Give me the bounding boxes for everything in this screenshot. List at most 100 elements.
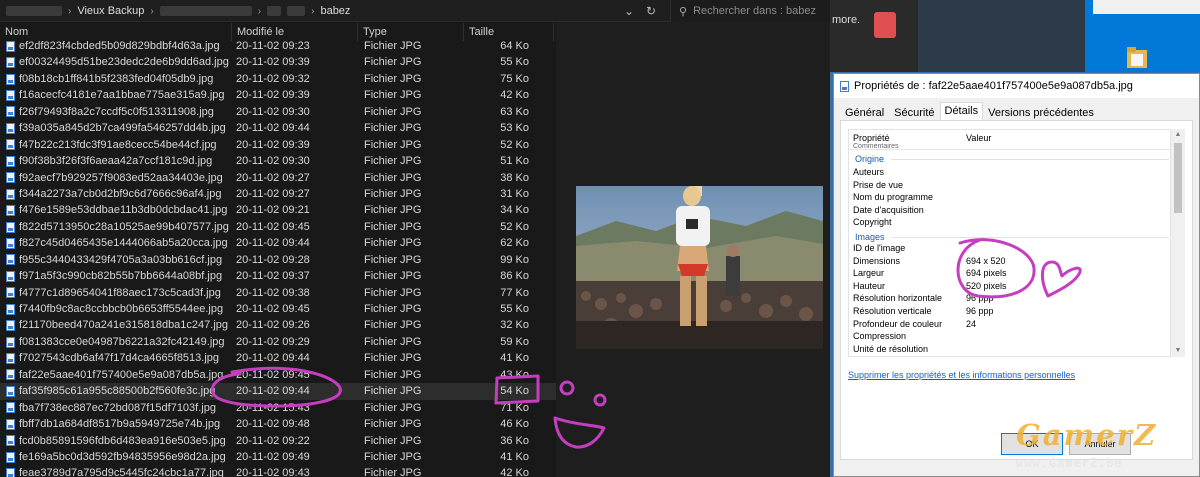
search-input[interactable]: ⚲ Rechercher dans : babez xyxy=(670,0,830,22)
file-type: Fichier JPG xyxy=(364,171,422,184)
tab-details[interactable]: Détails xyxy=(939,102,984,121)
file-row[interactable]: ef2df823f4cbded5b09d829bdbf4d63a.jpg 20-1… xyxy=(0,38,556,54)
property-label: Unité de résolution xyxy=(853,343,929,354)
watermark-url: www.GamerZ.be xyxy=(1016,456,1123,470)
file-type: Fichier JPG xyxy=(364,253,422,266)
scroll-up-icon[interactable]: ▲ xyxy=(1173,130,1183,140)
jpg-file-icon xyxy=(6,172,15,184)
file-date: 20-11-02 09:28 xyxy=(236,253,310,266)
file-type: Fichier JPG xyxy=(364,204,422,217)
file-name: f92aecf7b929257f9083ed52aa34403e.jpg xyxy=(19,171,223,184)
file-size: 43 Ko xyxy=(500,368,529,381)
file-size: 41 Ko xyxy=(500,450,529,463)
file-row[interactable]: f47b22c213fdc3f91ae8cecc54be44cf.jpg 20-1… xyxy=(0,137,556,153)
file-row[interactable]: fbff7db1a684df8517b9a5949725e74b.jpg 20-1… xyxy=(0,416,556,432)
scroll-down-icon[interactable]: ▼ xyxy=(1173,346,1183,356)
file-row[interactable]: f21170beed470a241e315818dba1c247.jpg 20-1… xyxy=(0,317,556,333)
group-divider xyxy=(891,159,1169,160)
file-name: f47b22c213fdc3f91ae8cecc54be44cf.jpg xyxy=(19,138,217,151)
jpg-file-icon xyxy=(6,221,15,233)
folder-icon[interactable] xyxy=(1126,45,1148,69)
file-name-cell: f16acecfc4181e7aa1bbae775ae315a9.jpg xyxy=(6,87,232,103)
file-row[interactable]: faf22e5aae401f757400e5e9a087db5a.jpg 20-1… xyxy=(0,367,556,383)
file-type: Fichier JPG xyxy=(364,352,422,365)
file-size: 77 Ko xyxy=(500,286,529,299)
tab-general[interactable]: Général xyxy=(840,104,889,121)
file-name: fe169a5bc0d3d592fb94835956e98d2a.jpg xyxy=(19,450,226,463)
tab-securite[interactable]: Sécurité xyxy=(889,104,939,121)
file-date: 20-11-02 09:38 xyxy=(236,286,310,299)
file-name: f4777c1d89654041f88aec173c5cad3f.jpg xyxy=(19,286,221,299)
file-name-cell: f476e1589e53ddbae11b3db0dcbdac41.jpg xyxy=(6,202,232,218)
property-label: ID de l'image xyxy=(853,243,906,253)
file-row[interactable]: fe169a5bc0d3d592fb94835956e98d2a.jpg 20-1… xyxy=(0,449,556,465)
file-date: 20-11-02 09:30 xyxy=(236,155,310,168)
file-row[interactable]: f822d5713950c28a10525ae99b407577.jpg 20-1… xyxy=(0,219,556,235)
file-size: 42 Ko xyxy=(500,89,529,102)
file-row[interactable]: f39a035a845d2b7ca499fa546257dd4b.jpg 20-1… xyxy=(0,120,556,136)
chevron-down-icon[interactable]: ⌄ xyxy=(620,2,638,20)
dialog-titlebar[interactable]: Propriétés de : faf22e5aae401f757400e5e9… xyxy=(834,74,1199,98)
jpg-file-icon xyxy=(840,80,849,92)
file-row[interactable]: f26f79493f8a2c7ccdf5c0f513311908.jpg 20-1… xyxy=(0,104,556,120)
property-label: Profondeur de couleur xyxy=(853,318,943,329)
file-name-cell: feae3789d7a795d9c5445fc24cbc1a77.jpg xyxy=(6,465,232,477)
jpg-file-icon xyxy=(6,139,15,151)
file-row[interactable]: feae3789d7a795d9c5445fc24cbc1a77.jpg 20-1… xyxy=(0,465,556,477)
file-row[interactable]: fcd0b85891596fdb6d483ea916e503e5.jpg 20-1… xyxy=(0,433,556,449)
file-row[interactable]: f7027543cdb6af47f17d4ca4665f8513.jpg 20-1… xyxy=(0,350,556,366)
file-row[interactable]: f4777c1d89654041f88aec173c5cad3f.jpg 20-1… xyxy=(0,285,556,301)
file-name: ef00324495d51be23dedc2de6b9dd6ad.jpg xyxy=(19,56,229,69)
scrollbar-thumb[interactable] xyxy=(1174,143,1182,213)
address-bar[interactable]: › Vieux Backup › › › babez ⌄ ↻ ⚲ Recherc… xyxy=(0,0,830,22)
file-row[interactable]: f955c3440433429f4705a3a03bb616cf.jpg 20-1… xyxy=(0,252,556,268)
redacted-path-segment xyxy=(6,6,62,16)
tab-versions[interactable]: Versions précédentes xyxy=(983,104,1099,121)
jpg-file-icon xyxy=(6,353,15,365)
file-type: Fichier JPG xyxy=(364,187,422,200)
file-size: 99 Ko xyxy=(500,253,529,266)
property-list-scrollbar[interactable]: ▲ ▼ xyxy=(1171,129,1185,357)
jpg-file-icon xyxy=(6,205,15,217)
breadcrumb-item[interactable]: Vieux Backup xyxy=(77,5,144,17)
file-row[interactable]: f081383cce0e04987b6221a32fc42149.jpg 20-1… xyxy=(0,334,556,350)
file-name-cell: f4777c1d89654041f88aec173c5cad3f.jpg xyxy=(6,285,232,301)
file-row[interactable]: f971a5f3c990cb82b55b7bb6644a08bf.jpg 20-1… xyxy=(0,268,556,284)
file-name: fbff7db1a684df8517b9a5949725e74b.jpg xyxy=(19,418,221,431)
file-row[interactable]: f476e1589e53ddbae11b3db0dcbdac41.jpg 20-1… xyxy=(0,202,556,218)
app-icon[interactable] xyxy=(874,12,896,38)
background-window-titlebar xyxy=(1093,0,1200,14)
refresh-icon[interactable]: ↻ xyxy=(642,2,660,20)
file-date: 20-11-02 09:45 xyxy=(236,368,310,381)
file-row[interactable]: ef00324495d51be23dedc2de6b9dd6ad.jpg 20-1… xyxy=(0,54,556,70)
file-size: 53 Ko xyxy=(500,122,529,135)
column-header-property[interactable]: Propriété xyxy=(853,133,890,143)
redacted-path-segment xyxy=(287,6,306,16)
file-date: 20-11-02 09:44 xyxy=(236,237,310,250)
file-name: faf35f985c61a955c88500b2f560fe3c.jpg xyxy=(19,385,216,398)
file-date: 20-11-02 09:44 xyxy=(236,122,310,135)
file-row[interactable]: fba7f738ec887ec72bd087f15df7103f.jpg 20-1… xyxy=(0,400,556,416)
file-row[interactable]: f16acecfc4181e7aa1bbae775ae315a9.jpg 20-1… xyxy=(0,87,556,103)
file-row[interactable]: f90f38b3f26f3f6aeaa42a7ccf181c9d.jpg 20-1… xyxy=(0,153,556,169)
file-row[interactable]: faf35f985c61a955c88500b2f560fe3c.jpg 20-1… xyxy=(0,383,556,400)
file-type: Fichier JPG xyxy=(364,40,422,52)
file-name: f476e1589e53ddbae11b3db0dcbdac41.jpg xyxy=(19,204,228,217)
remove-properties-link[interactable]: Supprimer les propriétés et les informat… xyxy=(848,370,1075,380)
file-row[interactable]: f344a2273a7cb0d2bf9c6d7666c96af4.jpg 20-1… xyxy=(0,186,556,202)
property-label: Compression xyxy=(853,331,907,342)
file-type: Fichier JPG xyxy=(364,286,422,299)
file-name: f16acecfc4181e7aa1bbae775ae315a9.jpg xyxy=(19,89,225,102)
file-row[interactable]: f7440fb9c8ac8ccbbcb0b6653ff5544ee.jpg 20-… xyxy=(0,301,556,317)
chevron-right-icon: › xyxy=(150,5,154,17)
file-row[interactable]: f08b18cb1ff841b5f2383fed04f05db9.jpg 20-1… xyxy=(0,71,556,87)
file-row[interactable]: f827c45d0465435e1444066ab5a20cca.jpg 20-1… xyxy=(0,235,556,251)
file-date: 20-11-02 09:39 xyxy=(236,56,310,69)
file-row[interactable]: f92aecf7b929257f9083ed52aa34403e.jpg 20-1… xyxy=(0,170,556,186)
breadcrumb-item[interactable]: babez xyxy=(320,5,350,17)
column-header-value[interactable]: Valeur xyxy=(966,133,991,143)
search-icon: ⚲ xyxy=(679,5,688,18)
file-date: 20-11-02 09:23 xyxy=(236,40,310,52)
redacted-path-segment xyxy=(159,6,252,16)
file-name: f39a035a845d2b7ca499fa546257dd4b.jpg xyxy=(19,122,226,135)
